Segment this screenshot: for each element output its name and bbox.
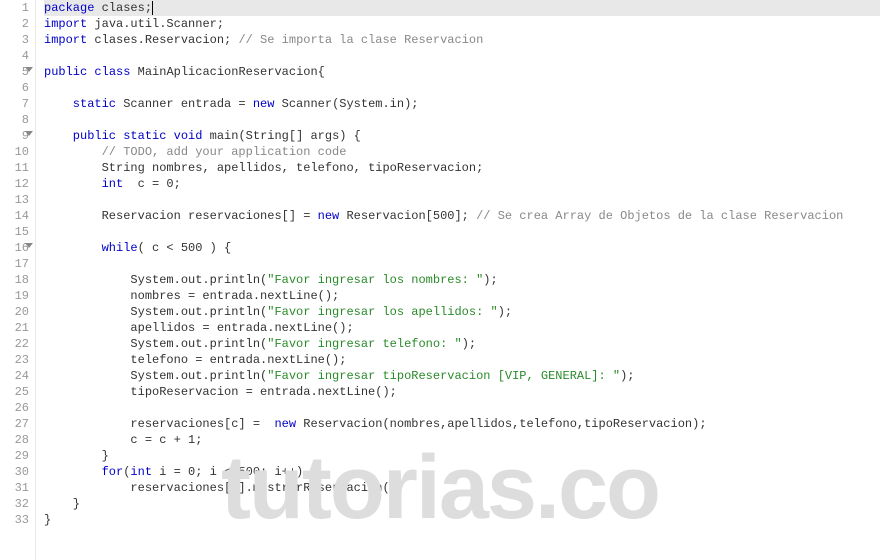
code-line[interactable]: apellidos = entrada.nextLine(); [44, 320, 880, 336]
code-line[interactable] [44, 112, 880, 128]
code-line[interactable]: import java.util.Scanner; [44, 16, 880, 32]
line-number: 2 [0, 16, 29, 32]
code-line[interactable]: System.out.println("Favor ingresar los n… [44, 272, 880, 288]
text-cursor [152, 1, 153, 15]
line-number: 1 [0, 0, 29, 16]
code-line[interactable]: } [44, 448, 880, 464]
line-number[interactable]: 5 [0, 64, 29, 80]
code-line[interactable]: import clases.Reservacion; // Se importa… [44, 32, 880, 48]
line-number: 4 [0, 48, 29, 64]
code-line[interactable]: tipoReservacion = entrada.nextLine(); [44, 384, 880, 400]
line-number: 10 [0, 144, 29, 160]
line-number: 15 [0, 224, 29, 240]
line-number: 28 [0, 432, 29, 448]
line-number: 7 [0, 96, 29, 112]
line-gutter: 1 2 3 4 5 6 7 8 9 10 11 12 13 14 15 16 1… [0, 0, 36, 560]
fold-arrow-icon[interactable] [25, 243, 33, 248]
code-line[interactable]: for(int i = 0; i < 500; i++) [44, 464, 880, 480]
line-number: 25 [0, 384, 29, 400]
code-line[interactable]: telefono = entrada.nextLine(); [44, 352, 880, 368]
line-number: 22 [0, 336, 29, 352]
line-number: 11 [0, 160, 29, 176]
line-number[interactable]: 16 [0, 240, 29, 256]
code-line[interactable]: public static void main(String[] args) { [44, 128, 880, 144]
line-number: 27 [0, 416, 29, 432]
line-number: 3 [0, 32, 29, 48]
code-line[interactable]: String nombres, apellidos, telefono, tip… [44, 160, 880, 176]
line-number: 29 [0, 448, 29, 464]
code-line[interactable]: int c = 0; [44, 176, 880, 192]
line-number: 19 [0, 288, 29, 304]
code-line[interactable] [44, 256, 880, 272]
code-line[interactable]: reservaciones[c] = new Reservacion(nombr… [44, 416, 880, 432]
line-number: 8 [0, 112, 29, 128]
code-line[interactable]: nombres = entrada.nextLine(); [44, 288, 880, 304]
code-line[interactable]: Reservacion reservaciones[] = new Reserv… [44, 208, 880, 224]
code-line[interactable]: public class MainAplicacionReservacion{ [44, 64, 880, 80]
line-number: 23 [0, 352, 29, 368]
code-editor: 1 2 3 4 5 6 7 8 9 10 11 12 13 14 15 16 1… [0, 0, 880, 560]
code-line[interactable]: } [44, 512, 880, 528]
line-number: 12 [0, 176, 29, 192]
code-line[interactable] [44, 224, 880, 240]
line-number: 6 [0, 80, 29, 96]
line-number: 20 [0, 304, 29, 320]
code-line[interactable]: static Scanner entrada = new Scanner(Sys… [44, 96, 880, 112]
code-line[interactable]: System.out.println("Favor ingresar los a… [44, 304, 880, 320]
line-number: 30 [0, 464, 29, 480]
code-line[interactable]: package clases; [44, 0, 880, 16]
line-number[interactable]: 9 [0, 128, 29, 144]
line-number: 24 [0, 368, 29, 384]
line-number: 33 [0, 512, 29, 528]
code-line[interactable]: } [44, 496, 880, 512]
code-line[interactable]: c = c + 1; [44, 432, 880, 448]
line-number: 26 [0, 400, 29, 416]
line-number: 13 [0, 192, 29, 208]
line-number: 14 [0, 208, 29, 224]
code-line[interactable]: System.out.println("Favor ingresar tipoR… [44, 368, 880, 384]
line-number: 18 [0, 272, 29, 288]
code-line[interactable] [44, 400, 880, 416]
line-number: 17 [0, 256, 29, 272]
code-line[interactable]: reservaciones[i].mostrarReservacion(); [44, 480, 880, 496]
fold-arrow-icon[interactable] [25, 131, 33, 136]
fold-arrow-icon[interactable] [25, 67, 33, 72]
code-line[interactable]: System.out.println("Favor ingresar telef… [44, 336, 880, 352]
code-line[interactable]: // TODO, add your application code [44, 144, 880, 160]
line-number: 31 [0, 480, 29, 496]
code-line[interactable]: while( c < 500 ) { [44, 240, 880, 256]
code-line[interactable] [44, 192, 880, 208]
code-line[interactable] [44, 48, 880, 64]
line-number: 32 [0, 496, 29, 512]
code-line[interactable] [44, 80, 880, 96]
code-content[interactable]: package clases; import java.util.Scanner… [36, 0, 880, 560]
line-number: 21 [0, 320, 29, 336]
